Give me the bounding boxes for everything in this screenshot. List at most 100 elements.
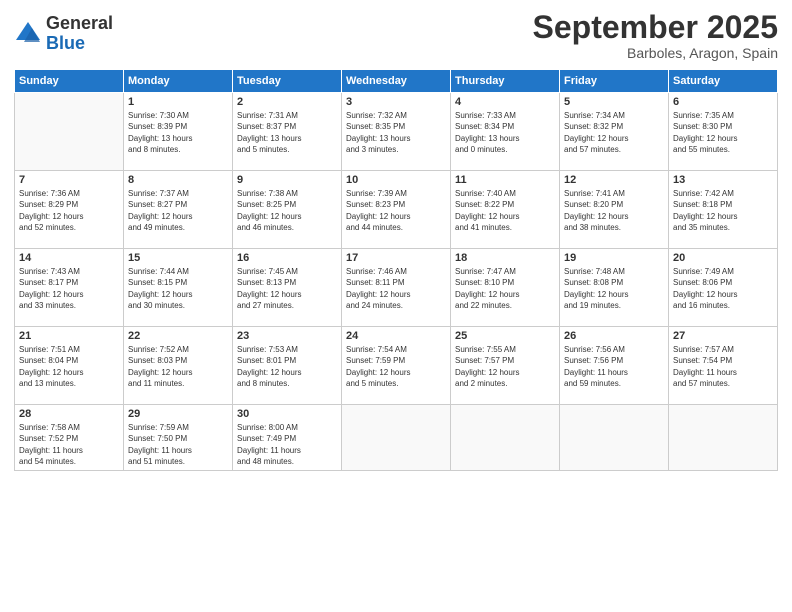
calendar-cell: 5Sunrise: 7:34 AM Sunset: 8:32 PM Daylig… (560, 93, 669, 171)
day-number: 25 (455, 330, 555, 342)
calendar-cell: 1Sunrise: 7:30 AM Sunset: 8:39 PM Daylig… (124, 93, 233, 171)
day-info: Sunrise: 7:51 AM Sunset: 8:04 PM Dayligh… (19, 344, 119, 389)
logo-general: General (46, 14, 113, 34)
day-info: Sunrise: 7:45 AM Sunset: 8:13 PM Dayligh… (237, 266, 337, 311)
calendar-cell: 17Sunrise: 7:46 AM Sunset: 8:11 PM Dayli… (342, 249, 451, 327)
calendar-cell (15, 93, 124, 171)
col-header-wednesday: Wednesday (342, 70, 451, 93)
calendar-cell: 9 Sunrise: 7:38 AM Sunset: 8:25 PM Daylig… (233, 171, 342, 249)
day-info: Sunrise: 7:53 AM Sunset: 8:01 PM Dayligh… (237, 344, 337, 389)
month-title: September 2025 (533, 10, 778, 45)
calendar-cell: 6Sunrise: 7:35 AM Sunset: 8:30 PM Daylig… (669, 93, 778, 171)
col-header-tuesday: Tuesday (233, 70, 342, 93)
day-info: Sunrise: 7:49 AM Sunset: 8:06 PM Dayligh… (673, 266, 773, 311)
day-info: Sunrise: 7:46 AM Sunset: 8:11 PM Dayligh… (346, 266, 446, 311)
day-number: 13 (673, 174, 773, 186)
calendar-cell: 15Sunrise: 7:44 AM Sunset: 8:15 PM Dayli… (124, 249, 233, 327)
day-info: Sunrise: 7:37 AM Sunset: 8:27 PM Dayligh… (128, 188, 228, 233)
calendar-cell: 4 Sunrise: 7:33 AM Sunset: 8:34 PM Daylig… (451, 93, 560, 171)
col-header-friday: Friday (560, 70, 669, 93)
calendar-cell (342, 405, 451, 471)
calendar-cell: 21 Sunrise: 7:51 AM Sunset: 8:04 PM Dayli… (15, 327, 124, 405)
calendar-cell: 24Sunrise: 7:54 AM Sunset: 7:59 PM Dayli… (342, 327, 451, 405)
week-row-3: 14Sunrise: 7:43 AM Sunset: 8:17 PM Dayli… (15, 249, 778, 327)
calendar-cell: 13 Sunrise: 7:42 AM Sunset: 8:18 PM Dayli… (669, 171, 778, 249)
logo: General Blue (14, 14, 113, 54)
day-info: Sunrise: 7:41 AM Sunset: 8:20 PM Dayligh… (564, 188, 664, 233)
week-row-4: 21 Sunrise: 7:51 AM Sunset: 8:04 PM Dayli… (15, 327, 778, 405)
calendar-cell: 7 Sunrise: 7:36 AM Sunset: 8:29 PM Daylig… (15, 171, 124, 249)
day-info: Sunrise: 7:32 AM Sunset: 8:35 PM Dayligh… (346, 110, 446, 155)
calendar-cell: 14Sunrise: 7:43 AM Sunset: 8:17 PM Dayli… (15, 249, 124, 327)
logo-icon (14, 20, 42, 48)
calendar-cell: 12 Sunrise: 7:41 AM Sunset: 8:20 PM Dayli… (560, 171, 669, 249)
day-info: Sunrise: 7:42 AM Sunset: 8:18 PM Dayligh… (673, 188, 773, 233)
day-info: Sunrise: 7:40 AM Sunset: 8:22 PM Dayligh… (455, 188, 555, 233)
day-number: 9 (237, 174, 337, 186)
day-info: Sunrise: 7:59 AM Sunset: 7:50 PM Dayligh… (128, 422, 228, 467)
day-number: 27 (673, 330, 773, 342)
day-info: Sunrise: 7:31 AM Sunset: 8:37 PM Dayligh… (237, 110, 337, 155)
calendar-cell: 23 Sunrise: 7:53 AM Sunset: 8:01 PM Dayli… (233, 327, 342, 405)
day-number: 29 (128, 408, 228, 420)
header-row: SundayMondayTuesdayWednesdayThursdayFrid… (15, 70, 778, 93)
day-number: 30 (237, 408, 337, 420)
day-number: 3 (346, 96, 446, 108)
day-info: Sunrise: 7:38 AM Sunset: 8:25 PM Dayligh… (237, 188, 337, 233)
calendar-cell: 8 Sunrise: 7:37 AM Sunset: 8:27 PM Daylig… (124, 171, 233, 249)
calendar-cell: 30 Sunrise: 8:00 AM Sunset: 7:49 PM Dayli… (233, 405, 342, 471)
calendar-cell: 25Sunrise: 7:55 AM Sunset: 7:57 PM Dayli… (451, 327, 560, 405)
day-info: Sunrise: 7:58 AM Sunset: 7:52 PM Dayligh… (19, 422, 119, 467)
day-number: 7 (19, 174, 119, 186)
logo-blue: Blue (46, 34, 113, 54)
calendar-cell: 26Sunrise: 7:56 AM Sunset: 7:56 PM Dayli… (560, 327, 669, 405)
day-info: Sunrise: 8:00 AM Sunset: 7:49 PM Dayligh… (237, 422, 337, 467)
day-number: 4 (455, 96, 555, 108)
calendar-cell: 2Sunrise: 7:31 AM Sunset: 8:37 PM Daylig… (233, 93, 342, 171)
title-block: September 2025 Barboles, Aragon, Spain (533, 10, 778, 61)
day-info: Sunrise: 7:54 AM Sunset: 7:59 PM Dayligh… (346, 344, 446, 389)
day-number: 21 (19, 330, 119, 342)
calendar-cell: 3 Sunrise: 7:32 AM Sunset: 8:35 PM Daylig… (342, 93, 451, 171)
week-row-5: 28 Sunrise: 7:58 AM Sunset: 7:52 PM Dayli… (15, 405, 778, 471)
logo-text: General Blue (46, 14, 113, 54)
day-number: 23 (237, 330, 337, 342)
day-info: Sunrise: 7:35 AM Sunset: 8:30 PM Dayligh… (673, 110, 773, 155)
day-number: 16 (237, 252, 337, 264)
calendar-cell (451, 405, 560, 471)
page-header: General Blue September 2025 Barboles, Ar… (14, 10, 778, 61)
calendar-cell: 20 Sunrise: 7:49 AM Sunset: 8:06 PM Dayli… (669, 249, 778, 327)
day-number: 20 (673, 252, 773, 264)
calendar-cell: 29 Sunrise: 7:59 AM Sunset: 7:50 PM Dayli… (124, 405, 233, 471)
day-number: 18 (455, 252, 555, 264)
day-number: 19 (564, 252, 664, 264)
day-number: 5 (564, 96, 664, 108)
day-number: 12 (564, 174, 664, 186)
day-info: Sunrise: 7:33 AM Sunset: 8:34 PM Dayligh… (455, 110, 555, 155)
col-header-saturday: Saturday (669, 70, 778, 93)
calendar-cell: 11 Sunrise: 7:40 AM Sunset: 8:22 PM Dayli… (451, 171, 560, 249)
week-row-1: 1Sunrise: 7:30 AM Sunset: 8:39 PM Daylig… (15, 93, 778, 171)
day-number: 8 (128, 174, 228, 186)
day-info: Sunrise: 7:47 AM Sunset: 8:10 PM Dayligh… (455, 266, 555, 311)
day-info: Sunrise: 7:30 AM Sunset: 8:39 PM Dayligh… (128, 110, 228, 155)
calendar-cell: 22Sunrise: 7:52 AM Sunset: 8:03 PM Dayli… (124, 327, 233, 405)
week-row-2: 7 Sunrise: 7:36 AM Sunset: 8:29 PM Daylig… (15, 171, 778, 249)
day-info: Sunrise: 7:48 AM Sunset: 8:08 PM Dayligh… (564, 266, 664, 311)
day-info: Sunrise: 7:56 AM Sunset: 7:56 PM Dayligh… (564, 344, 664, 389)
day-number: 28 (19, 408, 119, 420)
calendar-cell: 19 Sunrise: 7:48 AM Sunset: 8:08 PM Dayli… (560, 249, 669, 327)
calendar-cell: 27 Sunrise: 7:57 AM Sunset: 7:54 PM Dayli… (669, 327, 778, 405)
day-info: Sunrise: 7:36 AM Sunset: 8:29 PM Dayligh… (19, 188, 119, 233)
day-number: 11 (455, 174, 555, 186)
day-info: Sunrise: 7:57 AM Sunset: 7:54 PM Dayligh… (673, 344, 773, 389)
calendar-cell: 28 Sunrise: 7:58 AM Sunset: 7:52 PM Dayli… (15, 405, 124, 471)
calendar-cell (560, 405, 669, 471)
day-info: Sunrise: 7:44 AM Sunset: 8:15 PM Dayligh… (128, 266, 228, 311)
day-number: 22 (128, 330, 228, 342)
calendar-cell (669, 405, 778, 471)
col-header-sunday: Sunday (15, 70, 124, 93)
location-subtitle: Barboles, Aragon, Spain (533, 45, 778, 61)
col-header-thursday: Thursday (451, 70, 560, 93)
day-number: 10 (346, 174, 446, 186)
